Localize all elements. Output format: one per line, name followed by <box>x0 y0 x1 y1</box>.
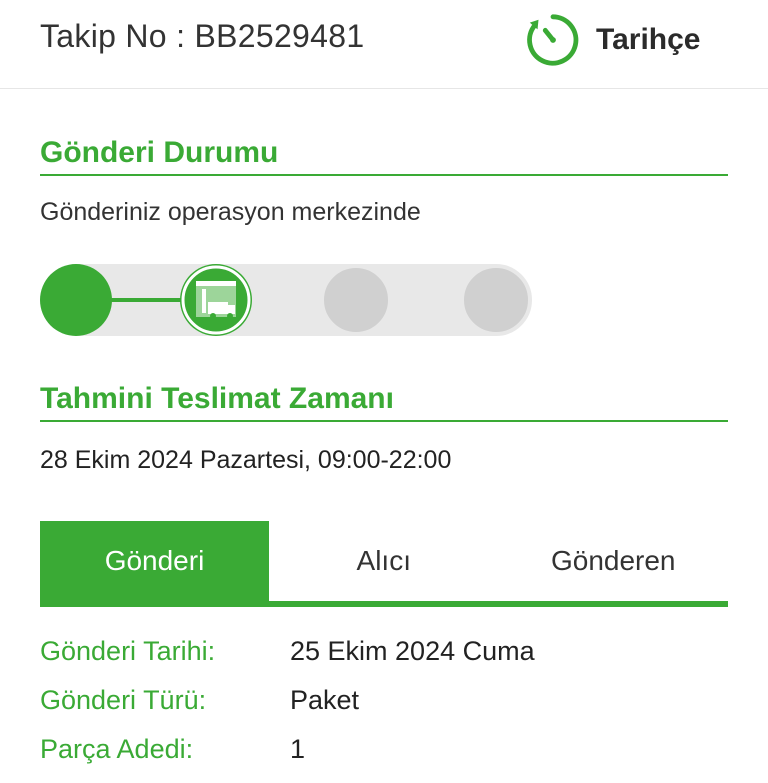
progress-step-4 <box>460 264 532 336</box>
header: Takip No : BB2529481 Tarihçe <box>0 0 768 89</box>
clock-history-icon <box>527 14 579 66</box>
progress-step-2 <box>180 264 252 336</box>
detail-value: 25 Ekim 2024 Cuma <box>290 636 535 666</box>
shipment-details: Gönderi Tarihi: 25 Ekim 2024 Cuma Gönder… <box>40 636 728 783</box>
detail-row: Gönderi Tarihi: 25 Ekim 2024 Cuma <box>40 636 728 685</box>
detail-row: Parça Adedi: 1 <box>40 734 728 783</box>
progress-step-3 <box>320 264 392 336</box>
eta-text: 28 Ekim 2024 Pazartesi, 09:00-22:00 <box>40 446 452 474</box>
progress-step-1 <box>40 264 112 336</box>
detail-label: Gönderi Tarihi: <box>40 636 216 666</box>
detail-value: Paket <box>290 685 360 715</box>
detail-label: Gönderi Türü: <box>40 685 207 715</box>
tracking-number: Takip No : BB2529481 <box>40 18 365 54</box>
detail-tabs: Gönderi Alıcı Gönderen <box>40 521 728 607</box>
eta-title: Tahmini Teslimat Zamanı <box>40 382 728 422</box>
status-title: Gönderi Durumu <box>40 136 728 176</box>
warehouse-truck-icon <box>181 265 251 335</box>
tab-recipient[interactable]: Alıcı <box>269 521 499 601</box>
tab-sender[interactable]: Gönderen <box>499 521 729 601</box>
status-text: Gönderiniz operasyon merkezinde <box>40 198 421 226</box>
status-progress <box>40 264 532 336</box>
detail-value: 1 <box>290 734 306 764</box>
detail-row: Gönderi Türü: Paket <box>40 685 728 734</box>
history-label: Tarihçe <box>596 23 701 56</box>
detail-label: Parça Adedi: <box>40 734 194 764</box>
history-button[interactable]: Tarihçe <box>524 10 701 70</box>
tab-shipment[interactable]: Gönderi <box>40 521 269 601</box>
